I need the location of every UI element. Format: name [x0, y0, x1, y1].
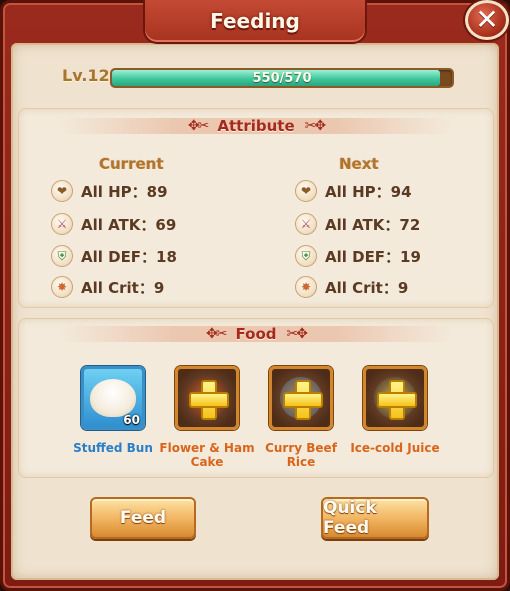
window-title: Feeding — [210, 9, 300, 33]
food-slot[interactable] — [363, 366, 427, 430]
current-stat-row: ✸ All Crit：9 — [51, 275, 164, 299]
plus-icon — [189, 380, 229, 420]
current-stat-row: ⛨ All DEF：18 — [51, 244, 177, 268]
current-column-title: Current — [99, 155, 164, 173]
close-icon: ✕ — [475, 3, 499, 36]
food-header: ✥✂ Food ✂✥ — [19, 323, 493, 345]
sword-icon: ⚔ — [295, 213, 317, 235]
title-tab: Feeding — [143, 0, 367, 44]
crit-icon: ✸ — [51, 276, 73, 298]
crit-icon: ✸ — [295, 276, 317, 298]
current-stat-text: All Crit：9 — [81, 278, 165, 297]
plus-icon — [377, 380, 417, 420]
ornament-left-icon: ✥✂ — [187, 118, 210, 134]
food-slot[interactable] — [175, 366, 239, 430]
next-stat-text: All ATK：72 — [325, 215, 421, 234]
current-stat-text: All HP：89 — [81, 182, 168, 201]
food-slot[interactable]: 60 — [81, 366, 145, 430]
current-stat-row: ❤ All HP：89 — [51, 179, 168, 203]
attribute-panel: ✥✂ Attribute ✂✥ Current Next ❤ All HP：89 ⚔… — [18, 108, 494, 308]
xp-text: 550/570 — [252, 70, 312, 86]
food-title: Food — [235, 325, 277, 343]
ornament-right-icon: ✂✥ — [286, 326, 309, 342]
plus-icon — [283, 380, 323, 420]
food-name: Flower & Ham Cake — [159, 441, 255, 469]
feed-button[interactable]: Feed — [90, 497, 196, 539]
food-name: Stuffed Bun — [73, 441, 153, 455]
food-name: Ice-cold Juice — [350, 441, 440, 455]
current-stat-text: All ATK：69 — [81, 215, 177, 234]
sword-icon: ⚔ — [51, 213, 73, 235]
level-label: Lv.12 — [62, 66, 110, 85]
attribute-header: ✥✂ Attribute ✂✥ — [19, 115, 493, 137]
ornament-right-icon: ✂✥ — [304, 118, 327, 134]
next-stat-row: ✸ All Crit：9 — [295, 275, 408, 299]
shield-icon: ⛨ — [295, 245, 317, 267]
close-button[interactable]: ✕ — [465, 0, 509, 40]
shield-icon: ⛨ — [51, 245, 73, 267]
next-stat-text: All Crit：9 — [325, 278, 409, 297]
food-slot[interactable] — [269, 366, 333, 430]
stuffed-bun-icon — [90, 379, 136, 417]
heart-icon: ❤ — [51, 180, 73, 202]
next-stat-row: ⛨ All DEF：19 — [295, 244, 421, 268]
heart-icon: ❤ — [295, 180, 317, 202]
food-name: Curry Beef Rice — [265, 441, 337, 469]
ornament-left-icon: ✥✂ — [206, 326, 228, 342]
next-stat-row: ❤ All HP：94 — [295, 179, 412, 203]
current-stat-text: All DEF：18 — [81, 247, 177, 266]
quick-feed-button[interactable]: Quick Feed — [321, 497, 429, 539]
attribute-title: Attribute — [217, 117, 295, 135]
next-column-title: Next — [339, 155, 379, 173]
next-stat-row: ⚔ All ATK：72 — [295, 212, 420, 236]
current-stat-row: ⚔ All ATK：69 — [51, 212, 176, 236]
next-stat-text: All HP：94 — [325, 182, 412, 201]
next-stat-text: All DEF：19 — [325, 247, 421, 266]
food-panel: ✥✂ Food ✂✥ 60 Stuffed Bun Flower & Ham Cak… — [18, 318, 494, 478]
food-count: 60 — [123, 413, 140, 427]
xp-bar: 550/570 — [110, 68, 454, 88]
